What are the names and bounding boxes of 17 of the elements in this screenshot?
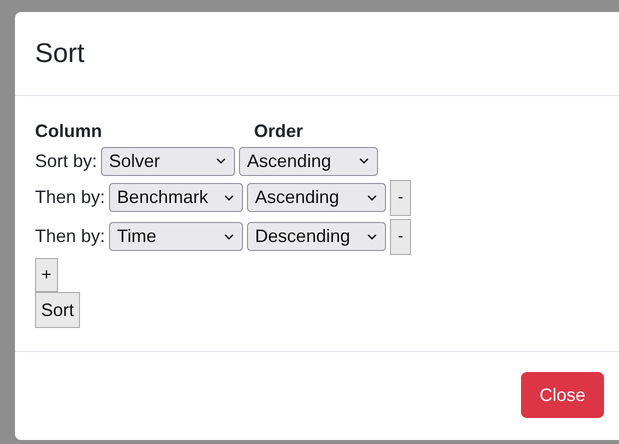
- column-header: Column: [35, 120, 103, 142]
- dropdown[interactable]: Time: [109, 222, 244, 251]
- dropdown[interactable]: Solver: [101, 146, 236, 176]
- dropdown[interactable]: Ascending: [247, 183, 386, 212]
- add-button[interactable]: +: [35, 258, 58, 292]
- sort-row-label: Then by:: [35, 186, 106, 209]
- dropdown[interactable]: Benchmark: [109, 183, 244, 212]
- order-header: Order: [254, 120, 304, 142]
- dropdown[interactable]: Ascending: [239, 146, 378, 176]
- dialog-title: Sort: [35, 37, 85, 70]
- sort-button[interactable]: Sort: [35, 292, 80, 328]
- sort-row-label: Sort by:: [35, 150, 98, 173]
- close-button[interactable]: Close: [521, 372, 604, 418]
- remove-button[interactable]: -: [390, 180, 412, 216]
- dropdown[interactable]: Descending: [247, 222, 386, 251]
- remove-button[interactable]: -: [390, 218, 412, 254]
- sort-row-label: Then by:: [35, 225, 106, 248]
